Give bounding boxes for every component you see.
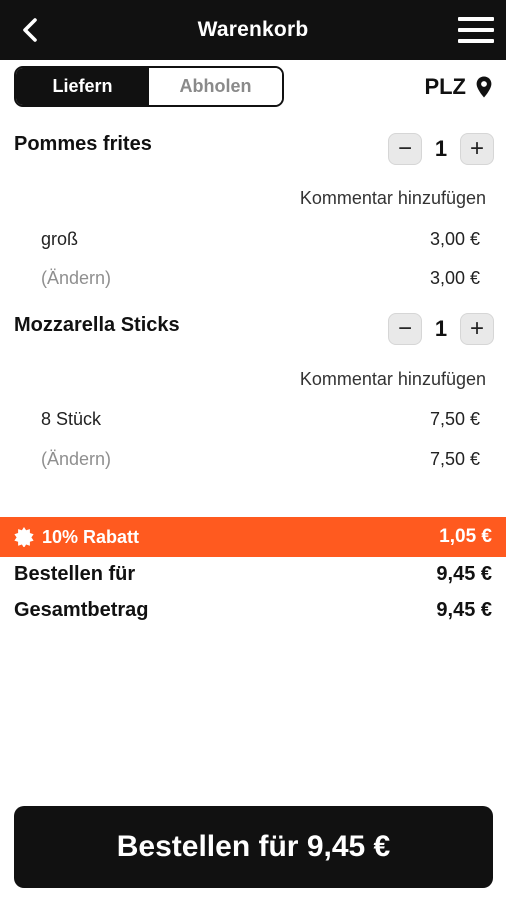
delivery-mode-toggle: Liefern Abholen bbox=[14, 66, 284, 107]
quantity-stepper: − 1 + bbox=[388, 312, 494, 346]
order-summary-row: Bestellen für 9,45 € bbox=[14, 563, 492, 586]
badge-burst-icon bbox=[14, 527, 34, 547]
add-comment-link[interactable]: Kommentar hinzufügen bbox=[300, 188, 486, 209]
decrease-quantity-button[interactable]: − bbox=[388, 133, 422, 165]
order-value: 9,45 € bbox=[436, 563, 492, 585]
option-label: groß bbox=[41, 229, 79, 249]
page-title: Warenkorb bbox=[197, 18, 309, 41]
map-pin-icon bbox=[476, 76, 492, 98]
cart-item-name: Mozzarella Sticks bbox=[14, 314, 180, 336]
quantity-value: 1 bbox=[434, 136, 448, 161]
quantity-stepper: − 1 + bbox=[388, 132, 494, 166]
option-price: 7,50 € bbox=[429, 409, 480, 429]
hamburger-menu-icon-bar bbox=[458, 28, 494, 32]
total-value: 9,45 € bbox=[436, 599, 492, 621]
decrease-quantity-button[interactable]: − bbox=[388, 313, 422, 345]
total-amount-row: Gesamtbetrag 9,45 € bbox=[14, 599, 492, 622]
top-bar: Warenkorb bbox=[0, 0, 506, 60]
postal-code-label: PLZ bbox=[424, 74, 466, 99]
hamburger-menu-button[interactable] bbox=[456, 14, 496, 46]
increase-quantity-button[interactable]: + bbox=[460, 313, 494, 345]
hamburger-menu-icon-bar bbox=[458, 39, 494, 43]
increase-quantity-button[interactable]: + bbox=[460, 133, 494, 165]
total-label: Gesamtbetrag bbox=[14, 599, 149, 621]
order-label: Bestellen für bbox=[14, 563, 136, 585]
change-option-link[interactable]: (Ändern) bbox=[41, 449, 111, 470]
place-order-button[interactable]: Bestellen für 9,45 € bbox=[14, 806, 493, 888]
discount-label: 10% Rabatt bbox=[42, 526, 140, 547]
place-order-label: Bestellen für 9,45 € bbox=[116, 830, 391, 863]
postal-code-selector[interactable]: PLZ bbox=[424, 72, 492, 102]
quantity-value: 1 bbox=[434, 316, 448, 341]
discount-value: 1,05 € bbox=[439, 526, 492, 547]
option-label: 8 Stück bbox=[41, 409, 102, 429]
hamburger-menu-icon-bar bbox=[458, 17, 494, 21]
discount-label-group: 10% Rabatt bbox=[14, 517, 139, 557]
item-total-price: 7,50 € bbox=[429, 449, 480, 469]
add-comment-link[interactable]: Kommentar hinzufügen bbox=[300, 369, 486, 390]
tab-liefern[interactable]: Liefern bbox=[16, 68, 149, 105]
discount-bar: 10% Rabatt 1,05 € bbox=[0, 517, 506, 557]
option-price: 3,00 € bbox=[429, 229, 480, 249]
tab-abholen[interactable]: Abholen bbox=[149, 68, 282, 105]
cart-item-name: Pommes frites bbox=[14, 133, 152, 155]
item-total-price: 3,00 € bbox=[429, 268, 480, 288]
change-option-link[interactable]: (Ändern) bbox=[41, 268, 111, 289]
